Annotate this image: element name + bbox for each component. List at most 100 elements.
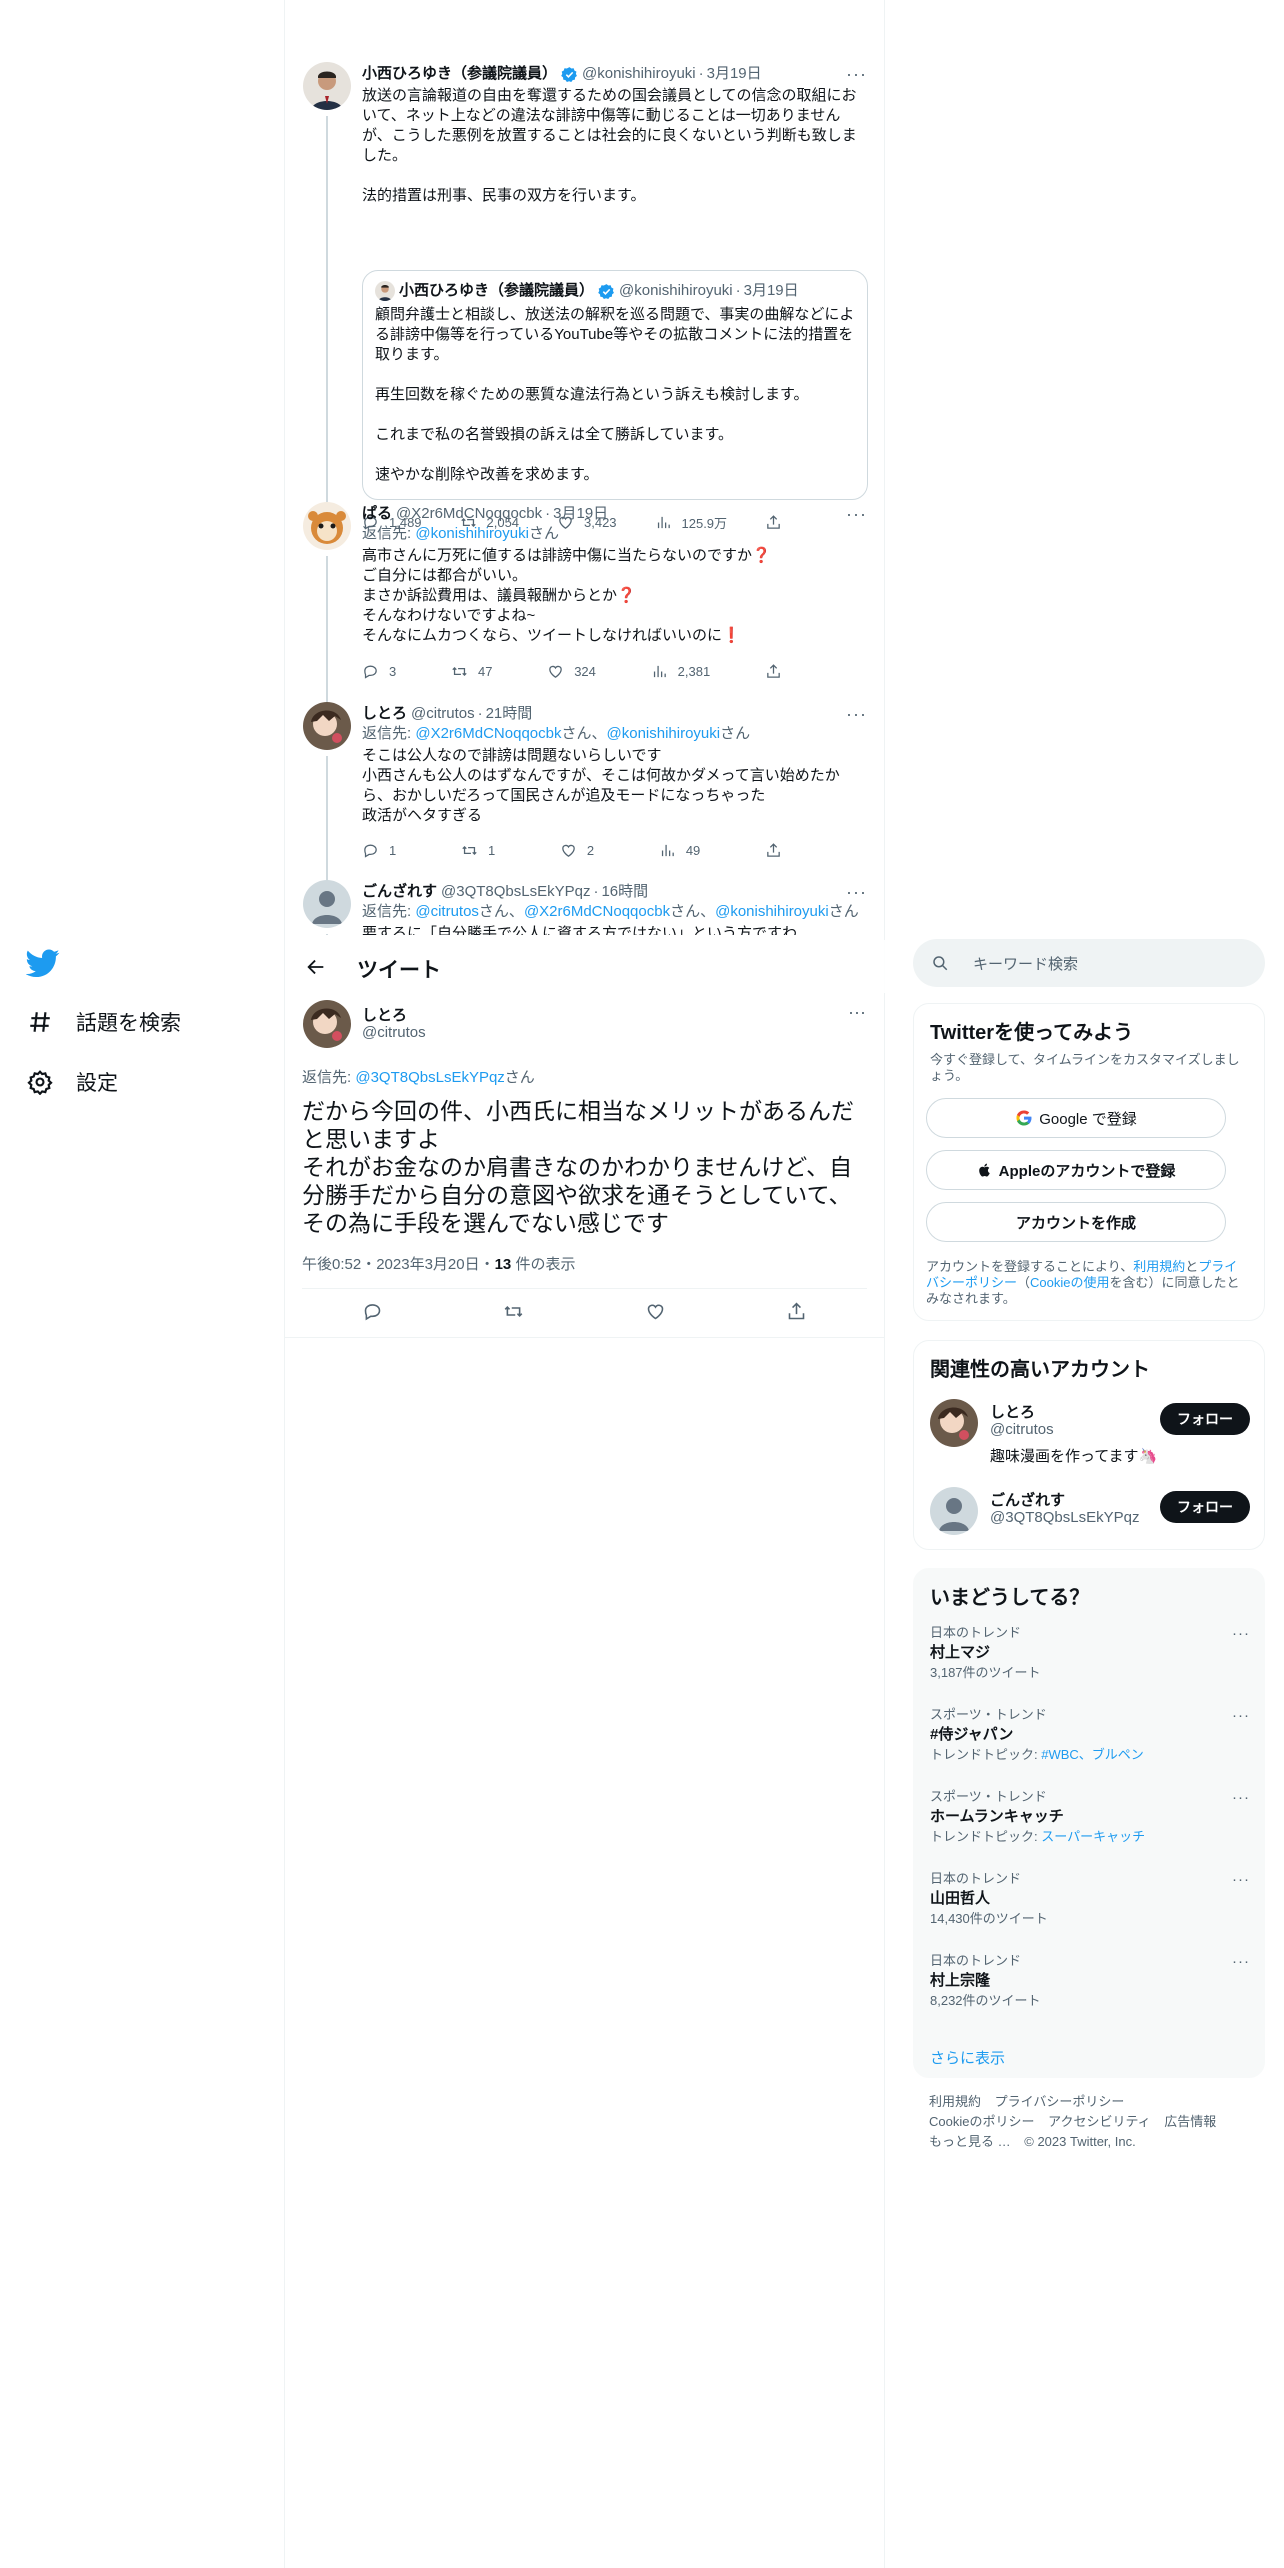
related-title: 関連性の高いアカウント bbox=[930, 1359, 1150, 1381]
tweet-gonzalez[interactable]: ごんざれす @3QT8QbsLsEkYPqz · 16時間 ··· 返信先: @… bbox=[285, 880, 885, 935]
more-options-icon[interactable]: ··· bbox=[1232, 1871, 1250, 1888]
tweet-shitoro-1[interactable]: しとろ @citrutos · 21時間 ··· 返信先: @X2r6MdCNo… bbox=[285, 702, 885, 886]
footer-more-link[interactable]: もっと見る … bbox=[929, 2134, 1011, 2149]
view-count: 2,381 bbox=[677, 664, 711, 679]
author-handle[interactable]: @citrutos bbox=[411, 704, 475, 724]
share-button[interactable] bbox=[765, 663, 782, 680]
avatar[interactable] bbox=[303, 62, 351, 110]
tweet-body: ごんざれす @3QT8QbsLsEkYPqz · 16時間 ··· 返信先: @… bbox=[362, 882, 867, 935]
create-account-button[interactable]: アカウントを作成 bbox=[926, 1202, 1226, 1242]
author-name[interactable]: 小西ひろゆき（参議院議員） bbox=[362, 64, 557, 84]
trend-item[interactable]: 日本のトレンド 村上宗隆 8,232件のツイート ··· bbox=[930, 1953, 1250, 2009]
show-more-link[interactable]: さらに表示 bbox=[930, 2047, 1005, 2068]
footer-ads-link[interactable]: 広告情報 bbox=[1164, 2114, 1216, 2129]
retweet-icon[interactable] bbox=[503, 1301, 524, 1327]
trend-item[interactable]: スポーツ・トレンド #侍ジャパン トレンドトピック: #WBC、ブルペン ··· bbox=[930, 1707, 1250, 1763]
reply-to-link[interactable]: @X2r6MdCNoqqocbk bbox=[415, 725, 561, 742]
author-name[interactable]: しとろ bbox=[362, 704, 407, 724]
tweet-date[interactable]: 3月19日 bbox=[707, 64, 762, 84]
footer-accessibility-link[interactable]: アクセシビリティ bbox=[1048, 2114, 1151, 2129]
account-handle[interactable]: @3QT8QbsLsEkYPqz bbox=[990, 1509, 1139, 1526]
tweet-paru[interactable]: ぱる @X2r6MdCNoqqocbk · 3月19日 ··· 返信先: @ko… bbox=[285, 502, 885, 706]
more-options-icon[interactable]: ··· bbox=[848, 1002, 866, 1023]
reply-button[interactable]: 3 bbox=[362, 663, 396, 680]
reply-count: 3 bbox=[389, 664, 397, 679]
footer-terms-link[interactable]: 利用規約 bbox=[929, 2094, 981, 2109]
author-name[interactable]: ぱる bbox=[362, 504, 392, 524]
avatar[interactable] bbox=[303, 1000, 351, 1048]
related-account[interactable]: しとろ @citrutos 趣味漫画を作ってます🦄 フォロー bbox=[930, 1399, 1250, 1469]
trend-topic-link[interactable]: #WBC、ブルペン bbox=[1041, 1747, 1144, 1762]
follow-button[interactable]: フォロー bbox=[1160, 1491, 1250, 1523]
account-name[interactable]: しとろ bbox=[990, 1401, 1035, 1422]
more-options-icon[interactable]: ··· bbox=[846, 882, 867, 902]
reply-to-link[interactable]: @konishihiroyuki bbox=[415, 525, 529, 542]
tweet-date[interactable]: 3月19日 bbox=[553, 504, 608, 524]
trend-name: 村上宗隆 bbox=[930, 1972, 991, 1989]
reply-to-link[interactable]: @konishihiroyuki bbox=[607, 725, 721, 742]
nav-settings[interactable]: 設定 bbox=[26, 1067, 118, 1097]
more-options-icon[interactable]: ··· bbox=[1232, 1789, 1250, 1806]
share-icon[interactable] bbox=[786, 1301, 807, 1327]
reply-icon[interactable] bbox=[362, 1301, 383, 1327]
reply-to-link[interactable]: @citrutos bbox=[415, 903, 479, 920]
retweet-button[interactable]: 1 bbox=[461, 842, 495, 859]
quoted-tweet[interactable]: 小西ひろゆき（参議院議員） @konishihiroyuki · 3月19日 顧… bbox=[362, 270, 868, 500]
reply-to-link[interactable]: @X2r6MdCNoqqocbk bbox=[524, 903, 670, 920]
footer-cookie-link[interactable]: Cookieのポリシー bbox=[929, 2114, 1034, 2129]
more-options-icon[interactable]: ··· bbox=[846, 504, 867, 524]
tweet-time[interactable]: 午後0:52・2023年3月20日・ bbox=[302, 1256, 495, 1273]
more-options-icon[interactable]: ··· bbox=[846, 704, 867, 724]
signup-title: Twitterを使ってみよう bbox=[930, 1022, 1134, 1044]
avatar[interactable] bbox=[930, 1399, 978, 1447]
cookie-link[interactable]: Cookieの使用 bbox=[1030, 1275, 1109, 1290]
views-button[interactable]: 49 bbox=[659, 842, 700, 859]
reply-mid: さん、 bbox=[478, 903, 524, 920]
retweet-button[interactable]: 47 bbox=[451, 663, 492, 680]
dot-separator: · bbox=[545, 505, 551, 522]
reply-button[interactable]: 1 bbox=[362, 842, 396, 859]
account-handle[interactable]: @citrutos bbox=[990, 1421, 1054, 1438]
twitter-logo-icon[interactable] bbox=[25, 946, 60, 980]
trend-item[interactable]: 日本のトレンド 山田哲人 14,430件のツイート ··· bbox=[930, 1871, 1250, 1927]
trend-item[interactable]: スポーツ・トレンド ホームランキャッチ トレンドトピック: スーパーキャッチ ·… bbox=[930, 1789, 1250, 1845]
avatar[interactable] bbox=[303, 502, 351, 550]
follow-button[interactable]: フォロー bbox=[1160, 1403, 1250, 1435]
more-options-icon[interactable]: ··· bbox=[1232, 1707, 1250, 1724]
back-arrow-icon[interactable] bbox=[299, 950, 333, 984]
avatar[interactable] bbox=[930, 1487, 978, 1535]
terms-link[interactable]: 利用規約 bbox=[1133, 1259, 1185, 1274]
more-options-icon[interactable]: ··· bbox=[1232, 1953, 1250, 1970]
nav-explore[interactable]: 話題を検索 bbox=[26, 1007, 181, 1037]
share-button[interactable] bbox=[765, 842, 782, 859]
author-handle[interactable]: @3QT8QbsLsEkYPqz bbox=[441, 882, 590, 902]
views-button[interactable]: 2,381 bbox=[651, 663, 711, 680]
focused-tweet-text: だから今回の件、小西氏に相当なメリットがあるんだと思いますよ それがお金なのか肩… bbox=[302, 1098, 854, 1236]
more-options-icon[interactable]: ··· bbox=[1232, 1625, 1250, 1642]
tweet-date[interactable]: 16時間 bbox=[601, 882, 648, 902]
author-handle[interactable]: @X2r6MdCNoqqocbk bbox=[396, 504, 542, 524]
footer-privacy-link[interactable]: プライバシーポリシー bbox=[995, 2094, 1125, 2109]
search-input[interactable]: キーワード検索 bbox=[913, 939, 1265, 987]
author-name[interactable]: しとろ bbox=[362, 1004, 407, 1025]
reply-mid: さん、 bbox=[561, 725, 607, 742]
tweet-date[interactable]: 21時間 bbox=[486, 704, 533, 724]
account-name[interactable]: ごんざれす bbox=[990, 1489, 1065, 1510]
author-handle[interactable]: @citrutos bbox=[362, 1024, 426, 1041]
avatar[interactable] bbox=[303, 702, 351, 750]
like-button[interactable]: 2 bbox=[560, 842, 594, 859]
author-handle[interactable]: @konishihiroyuki bbox=[582, 64, 696, 84]
trend-topic-link[interactable]: スーパーキャッチ bbox=[1041, 1829, 1145, 1844]
like-button[interactable]: 324 bbox=[547, 663, 596, 680]
author-name[interactable]: ごんざれす bbox=[362, 882, 437, 902]
apple-signup-button[interactable]: Appleのアカウントで登録 bbox=[926, 1150, 1226, 1190]
heart-icon[interactable] bbox=[645, 1301, 666, 1327]
google-signup-button[interactable]: Google で登録 bbox=[926, 1098, 1226, 1138]
tweet-konishi[interactable]: 小西ひろゆき（参議院議員） @konishihiroyuki · 3月19日 ·… bbox=[285, 62, 885, 536]
avatar[interactable] bbox=[303, 880, 351, 928]
more-options-icon[interactable]: ··· bbox=[846, 64, 867, 84]
related-account[interactable]: ごんざれす @3QT8QbsLsEkYPqz フォロー bbox=[930, 1487, 1250, 1537]
reply-to-link[interactable]: @3QT8QbsLsEkYPqz bbox=[355, 1069, 504, 1086]
reply-to-link[interactable]: @konishihiroyuki bbox=[715, 903, 829, 920]
trend-item[interactable]: 日本のトレンド 村上マジ 3,187件のツイート ··· bbox=[930, 1625, 1250, 1681]
